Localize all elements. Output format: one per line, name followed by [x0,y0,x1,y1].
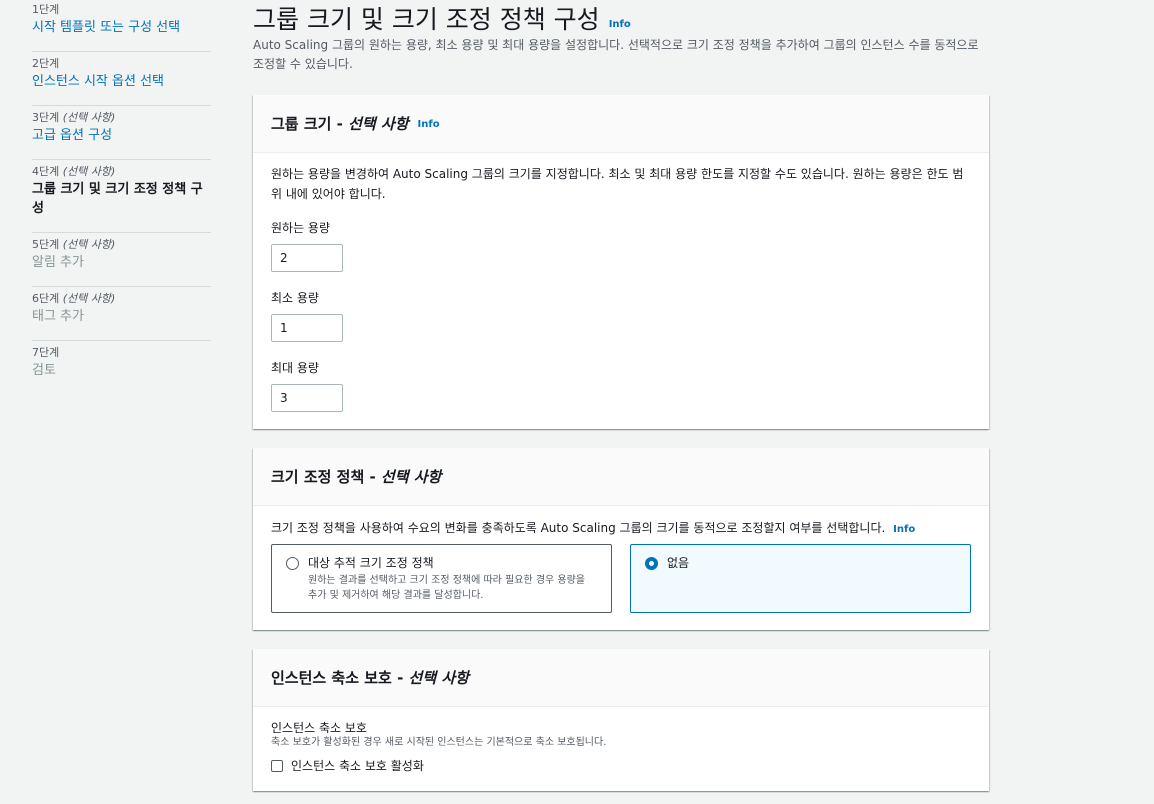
scaling-policy-options: 대상 추적 크기 조정 정책 원하는 결과를 선택하고 크기 조정 정책에 따라… [271,544,971,613]
step-4-current: 그룹 크기 및 크기 조정 정책 구성 [32,182,203,216]
group-size-info-link[interactable]: Info [418,119,440,130]
step-number: 6단계 (선택 사항) [32,292,116,305]
main-content: 그룹 크기 및 크기 조정 정책 구성 Info Auto Scaling 그룹… [253,0,989,791]
panel-body: 인스턴스 축소 보호 축소 보호가 활성화된 경우 새로 시작된 인스턴스는 기… [253,707,989,791]
none-option-title: 없음 [667,556,690,570]
target-tracking-option[interactable]: 대상 추적 크기 조정 정책 원하는 결과를 선택하고 크기 조정 정책에 따라… [271,544,612,613]
target-tracking-title: 대상 추적 크기 조정 정책 [308,556,434,570]
radio-selected-icon[interactable] [645,557,658,570]
group-size-panel: 그룹 크기 - 선택 사항 Info 원하는 용량을 변경하여 Auto Sca… [253,95,989,429]
step-6-title: 태그 추가 [32,309,84,324]
scale-in-protection-panel: 인스턴스 축소 보호 - 선택 사항 인스턴스 축소 보호 축소 보호가 활성화… [253,649,989,791]
scaling-policy-description: 크기 조정 정책을 사용하여 수요의 변화를 충족하도록 Auto Scalin… [271,521,916,535]
step-4: 4단계 (선택 사항) 그룹 크기 및 크기 조정 정책 구성 [32,160,211,233]
page-title: 그룹 크기 및 크기 조정 정책 구성 [253,5,600,34]
tile-text: 없음 [667,554,689,603]
scale-in-checkbox-row[interactable]: 인스턴스 축소 보호 활성화 [271,757,971,774]
step-7: 7단계 검토 [32,341,211,394]
step-1-link[interactable]: 시작 템플릿 또는 구성 선택 [32,18,211,37]
panel-title: 크기 조정 정책 - 선택 사항 [271,468,442,486]
scale-in-description: 축소 보호가 활성화된 경우 새로 시작된 인스턴스는 기본적으로 축소 보호됩… [271,737,607,748]
step-number: 7단계 [32,346,60,359]
step-number: 2단계 [32,57,60,70]
group-size-description: 원하는 용량을 변경하여 Auto Scaling 그룹의 크기를 지정합니다.… [271,167,964,201]
step-3: 3단계 (선택 사항) 고급 옵션 구성 [32,106,211,160]
max-capacity-label: 최대 용량 [271,361,319,375]
panel-title: 그룹 크기 - 선택 사항 [271,115,409,133]
step-1: 1단계 시작 템플릿 또는 구성 선택 [32,0,211,52]
panel-header: 크기 조정 정책 - 선택 사항 [253,448,989,506]
panel-body: 크기 조정 정책을 사용하여 수요의 변화를 충족하도록 Auto Scalin… [253,506,989,630]
step-5-title: 알림 추가 [32,255,84,270]
tile-text: 대상 추적 크기 조정 정책 원하는 결과를 선택하고 크기 조정 정책에 따라… [308,554,597,603]
step-3-link[interactable]: 고급 옵션 구성 [32,126,211,145]
scale-in-checkbox-label[interactable]: 인스턴스 축소 보호 활성화 [291,757,424,774]
step-5: 5단계 (선택 사항) 알림 추가 [32,233,211,287]
scale-in-label: 인스턴스 축소 보호 [271,721,367,735]
panel-header: 인스턴스 축소 보호 - 선택 사항 [253,649,989,707]
min-capacity-label: 최소 용량 [271,291,319,305]
step-6: 6단계 (선택 사항) 태그 추가 [32,287,211,341]
page-info-link[interactable]: Info [609,19,631,30]
checkbox-icon[interactable] [271,759,283,772]
min-capacity-input[interactable]: 1 [271,314,343,342]
step-number: 3단계 (선택 사항) [32,111,116,124]
desired-capacity-label: 원하는 용량 [271,221,331,235]
step-number: 1단계 [32,3,60,16]
target-tracking-description: 원하는 결과를 선택하고 크기 조정 정책에 따라 필요한 경우 용량을 추가 … [308,575,586,601]
scaling-policy-panel: 크기 조정 정책 - 선택 사항 크기 조정 정책을 사용하여 수요의 변화를 … [253,448,989,630]
step-2-link[interactable]: 인스턴스 시작 옵션 선택 [32,72,211,91]
scaling-policy-info-link[interactable]: Info [893,524,915,535]
panel-header: 그룹 크기 - 선택 사항 Info [253,95,989,153]
wizard-steps-nav: 1단계 시작 템플릿 또는 구성 선택 2단계 인스턴스 시작 옵션 선택 3단… [0,0,222,804]
desired-capacity-input[interactable]: 2 [271,244,343,272]
none-option[interactable]: 없음 [630,544,971,613]
step-number: 5단계 (선택 사항) [32,238,116,251]
radio-unselected-icon[interactable] [286,557,299,570]
max-capacity-input[interactable]: 3 [271,384,343,412]
panel-title: 인스턴스 축소 보호 - 선택 사항 [271,669,469,687]
page-description: Auto Scaling 그룹의 원하는 용량, 최소 용량 및 최대 용량을 … [253,38,979,71]
panel-body: 원하는 용량을 변경하여 Auto Scaling 그룹의 크기를 지정합니다.… [253,153,989,429]
step-number: 4단계 (선택 사항) [32,165,116,178]
step-2: 2단계 인스턴스 시작 옵션 선택 [32,52,211,106]
step-7-title: 검토 [32,363,56,378]
page-header: 그룹 크기 및 크기 조정 정책 구성 Info [253,0,989,36]
